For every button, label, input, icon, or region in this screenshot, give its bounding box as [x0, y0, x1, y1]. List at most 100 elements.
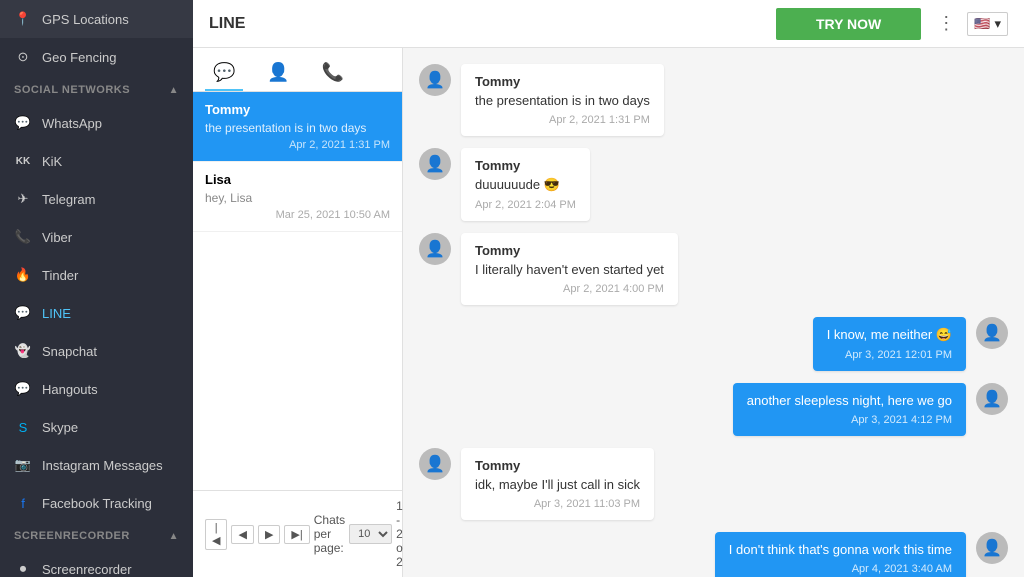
- chat-item-tommy-time: Apr 2, 2021 1:31 PM: [205, 139, 390, 151]
- msg-text-3: I literally haven't even started yet: [475, 262, 664, 277]
- sidebar-item-hangouts[interactable]: 💬 Hangouts: [0, 370, 193, 408]
- avatar-self-2: 👤: [976, 383, 1008, 415]
- sidebar-item-screenrecorder-label: Screenrecorder: [42, 562, 132, 577]
- sidebar-item-gps-label: GPS Locations: [42, 12, 129, 27]
- sidebar-item-viber-label: Viber: [42, 230, 72, 245]
- try-now-button[interactable]: TRY NOW: [776, 8, 921, 40]
- whatsapp-icon: 💬: [14, 114, 32, 132]
- sidebar-item-snapchat[interactable]: 👻 Snapchat: [0, 332, 193, 370]
- sidebar-item-facebook[interactable]: f Facebook Tracking: [0, 484, 193, 522]
- sidebar-item-whatsapp[interactable]: 💬 WhatsApp: [0, 104, 193, 142]
- chat-item-tommy-preview: the presentation is in two days: [205, 121, 390, 135]
- chevron-down-icon: ▾: [994, 16, 1001, 32]
- msg-bubble-4: I know, me neither 😅 Apr 3, 2021 12:01 P…: [813, 317, 966, 371]
- social-networks-header[interactable]: SOCIAL NETWORKS ▲: [0, 76, 193, 104]
- msg-time-7: Apr 4, 2021 3:40 AM: [729, 563, 952, 575]
- tab-calls[interactable]: 📞: [314, 56, 352, 91]
- hangouts-icon: 💬: [14, 380, 32, 398]
- avatar-tommy-4: 👤: [419, 448, 451, 480]
- tab-chat[interactable]: 💬: [205, 56, 243, 91]
- tab-contacts[interactable]: 👤: [259, 56, 297, 91]
- message-row-5: 👤 another sleepless night, here we go Ap…: [733, 383, 1008, 436]
- sidebar-item-line-label: LINE: [42, 306, 71, 321]
- msg-text-5: another sleepless night, here we go: [747, 393, 952, 408]
- sidebar-item-kik-label: KiK: [42, 154, 62, 169]
- topbar: LINE TRY NOW ⋮ 🇺🇸 ▾: [193, 0, 1024, 48]
- msg-sender-2: Tommy: [475, 158, 576, 173]
- sidebar-item-facebook-label: Facebook Tracking: [42, 496, 152, 511]
- snapchat-icon: 👻: [14, 342, 32, 360]
- skype-icon: S: [14, 418, 32, 436]
- message-row-1: 👤 Tommy the presentation is in two days …: [419, 64, 999, 136]
- msg-text-2: duuuuuude 😎: [475, 177, 576, 193]
- viber-icon: 📞: [14, 228, 32, 246]
- chat-pagination: |◀ ◀ ▶ ▶| Chats per page: 10 25 50 1 - 2…: [193, 490, 402, 577]
- instagram-icon: 📷: [14, 456, 32, 474]
- chat-item-lisa[interactable]: Lisa hey, Lisa Mar 25, 2021 10:50 AM: [193, 162, 402, 232]
- sidebar-item-tinder[interactable]: 🔥 Tinder: [0, 256, 193, 294]
- screenrecorder-icon: ⏺: [14, 560, 32, 577]
- msg-text-7: I don't think that's gonna work this tim…: [729, 542, 952, 557]
- message-row-3: 👤 Tommy I literally haven't even started…: [419, 233, 999, 305]
- sidebar: 📍 GPS Locations ⊙ Geo Fencing SOCIAL NET…: [0, 0, 193, 577]
- msg-sender-6: Tommy: [475, 458, 640, 473]
- sidebar-item-skype[interactable]: S Skype: [0, 408, 193, 446]
- msg-bubble-6: Tommy idk, maybe I'll just call in sick …: [461, 448, 654, 520]
- chat-tabs: 💬 👤 📞: [193, 48, 402, 92]
- sidebar-item-instagram-label: Instagram Messages: [42, 458, 163, 473]
- msg-time-4: Apr 3, 2021 12:01 PM: [827, 349, 952, 361]
- chevron-up-icon: ▲: [169, 85, 179, 96]
- sidebar-item-viber[interactable]: 📞 Viber: [0, 218, 193, 256]
- line-icon: 💬: [14, 304, 32, 322]
- sidebar-item-kik[interactable]: KK KiK: [0, 142, 193, 180]
- avatar-tommy-1: 👤: [419, 64, 451, 96]
- sidebar-item-fencing-label: Geo Fencing: [42, 50, 116, 65]
- sidebar-item-fencing[interactable]: ⊙ Geo Fencing: [0, 38, 193, 76]
- msg-bubble-7: I don't think that's gonna work this tim…: [715, 532, 966, 577]
- message-row-2: 👤 Tommy duuuuuude 😎 Apr 2, 2021 2:04 PM: [419, 148, 999, 221]
- msg-time-6: Apr 3, 2021 11:03 PM: [475, 498, 640, 510]
- messages-panel: 👤 Tommy the presentation is in two days …: [403, 48, 1024, 577]
- message-row-7: 👤 I don't think that's gonna work this t…: [715, 532, 1008, 577]
- chat-item-tommy-name: Tommy: [205, 102, 390, 117]
- chevron-up-icon2: ▲: [169, 531, 179, 542]
- avatar-self-3: 👤: [976, 532, 1008, 564]
- sidebar-item-screenrecorder[interactable]: ⏺ Screenrecorder: [0, 550, 193, 577]
- last-page-button[interactable]: ▶|: [284, 525, 309, 544]
- sidebar-item-gps[interactable]: 📍 GPS Locations: [0, 0, 193, 38]
- facebook-icon: f: [14, 494, 32, 512]
- msg-bubble-2: Tommy duuuuuude 😎 Apr 2, 2021 2:04 PM: [461, 148, 590, 221]
- per-page-select[interactable]: 10 25 50: [349, 524, 392, 544]
- msg-time-5: Apr 3, 2021 4:12 PM: [747, 414, 952, 426]
- sidebar-item-skype-label: Skype: [42, 420, 78, 435]
- msg-text-4: I know, me neither 😅: [827, 327, 952, 343]
- sidebar-item-line[interactable]: 💬 LINE: [0, 294, 193, 332]
- prev-page-button[interactable]: ◀: [231, 525, 253, 544]
- chat-item-tommy[interactable]: Tommy the presentation is in two days Ap…: [193, 92, 402, 162]
- main-area: LINE TRY NOW ⋮ 🇺🇸 ▾ 💬 👤 📞 Tommy the p: [193, 0, 1024, 577]
- more-options-icon[interactable]: ⋮: [937, 13, 955, 34]
- msg-sender-1: Tommy: [475, 74, 650, 89]
- chat-item-lisa-preview: hey, Lisa: [205, 191, 390, 205]
- sidebar-item-telegram[interactable]: ✈ Telegram: [0, 180, 193, 218]
- next-page-button[interactable]: ▶: [258, 525, 280, 544]
- msg-time-3: Apr 2, 2021 4:00 PM: [475, 283, 664, 295]
- msg-time-2: Apr 2, 2021 2:04 PM: [475, 199, 576, 211]
- flag-icon: 🇺🇸: [974, 16, 990, 32]
- msg-bubble-3: Tommy I literally haven't even started y…: [461, 233, 678, 305]
- language-selector[interactable]: 🇺🇸 ▾: [967, 12, 1008, 36]
- msg-time-1: Apr 2, 2021 1:31 PM: [475, 114, 650, 126]
- gps-icon: 📍: [14, 10, 32, 28]
- kik-icon: KK: [14, 152, 32, 170]
- page-title: LINE: [209, 15, 776, 33]
- sidebar-item-instagram[interactable]: 📷 Instagram Messages: [0, 446, 193, 484]
- first-page-button[interactable]: |◀: [205, 519, 227, 550]
- msg-text-6: idk, maybe I'll just call in sick: [475, 477, 640, 492]
- telegram-icon: ✈: [14, 190, 32, 208]
- screenrecorder-header[interactable]: SCREENRECORDER ▲: [0, 522, 193, 550]
- sidebar-item-hangouts-label: Hangouts: [42, 382, 98, 397]
- msg-sender-3: Tommy: [475, 243, 664, 258]
- chat-item-lisa-name: Lisa: [205, 172, 390, 187]
- per-page-label: Chats per page:: [314, 513, 345, 555]
- message-row-6: 👤 Tommy idk, maybe I'll just call in sic…: [419, 448, 999, 520]
